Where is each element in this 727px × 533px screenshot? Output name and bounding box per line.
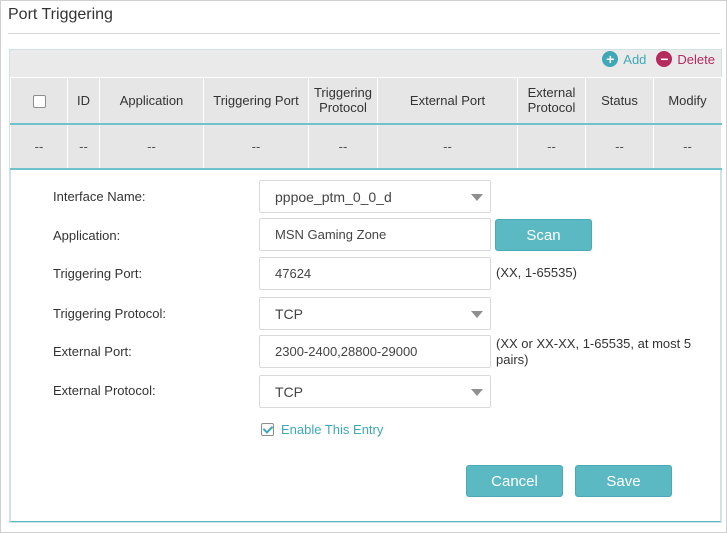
header-external-protocol-line2: Protocol [527, 100, 576, 116]
scan-button[interactable]: Scan [495, 219, 592, 251]
interface-name-value: pppoe_ptm_0_0_d [275, 188, 392, 205]
header-id: ID [67, 77, 100, 124]
table-cell: -- [10, 122, 68, 170]
application-input[interactable]: MSN Gaming Zone [259, 218, 491, 251]
delete-button[interactable]: − Delete [656, 51, 715, 67]
header-external-protocol-line1: External [527, 85, 576, 101]
plus-icon: + [602, 51, 619, 67]
external-port-hint-line2: pairs) [496, 352, 529, 367]
triggering-protocol-label: Triggering Protocol: [53, 306, 166, 321]
triggering-protocol-value: TCP [275, 305, 303, 322]
enable-entry-label: Enable This Entry [281, 422, 384, 437]
table-cell: -- [585, 122, 654, 170]
table-row[interactable]: -- -- -- -- -- -- -- -- -- [10, 122, 722, 170]
header-status: Status [585, 77, 654, 124]
triggering-port-hint: (XX, 1-65535) [496, 265, 577, 280]
interface-name-select[interactable]: pppoe_ptm_0_0_d [259, 180, 491, 213]
external-port-hint-line1: (XX or XX-XX, 1-65535, at most 5 [496, 336, 692, 351]
external-port-hint: (XX or XX-XX, 1-65535, at most 5 pairs) [496, 336, 691, 368]
checkbox-checked-icon [261, 423, 274, 436]
title-divider [8, 33, 720, 34]
chevron-down-icon [471, 311, 483, 318]
header-triggering-port: Triggering Port [203, 77, 309, 124]
header-external-port: External Port [377, 77, 518, 124]
table-cell: -- [653, 122, 722, 170]
save-button[interactable]: Save [575, 465, 672, 497]
external-protocol-select[interactable]: TCP [259, 375, 491, 408]
minus-icon: − [656, 51, 673, 67]
enable-entry-checkbox[interactable]: Enable This Entry [261, 422, 383, 437]
add-label: Add [623, 51, 647, 67]
select-all-cell[interactable] [10, 77, 68, 124]
header-external-protocol: External Protocol [517, 77, 586, 124]
triggering-port-input[interactable]: 47624 [259, 257, 491, 290]
table-toolbar: + Add − Delete [602, 50, 715, 68]
chevron-down-icon [471, 389, 483, 396]
port-triggering-table: ID Application Triggering Port Triggerin… [10, 77, 722, 170]
header-triggering-protocol-line2: Protocol [319, 100, 367, 116]
table-header-row: ID Application Triggering Port Triggerin… [10, 77, 722, 124]
header-triggering-protocol-line1: Triggering [313, 85, 373, 101]
table-cell: -- [377, 122, 518, 170]
triggering-port-label: Triggering Port: [53, 266, 143, 281]
add-button[interactable]: + Add [602, 51, 646, 67]
table-cell: -- [517, 122, 586, 170]
header-modify: Modify [653, 77, 722, 124]
triggering-protocol-select[interactable]: TCP [259, 297, 491, 330]
table-cell: -- [67, 122, 100, 170]
cancel-button[interactable]: Cancel [466, 465, 563, 497]
header-application: Application [99, 77, 204, 124]
table-cell: -- [308, 122, 378, 170]
application-label: Application: [53, 228, 121, 243]
external-protocol-value: TCP [275, 383, 303, 400]
external-port-input[interactable]: 2300-2400,28800-29000 [259, 335, 491, 368]
interface-name-label: Interface Name: [53, 189, 146, 204]
select-all-checkbox[interactable] [32, 94, 46, 108]
delete-label: Delete [677, 51, 715, 67]
table-cell: -- [99, 122, 204, 170]
external-protocol-label: External Protocol: [53, 383, 156, 398]
header-triggering-protocol: Triggering Protocol [308, 77, 378, 124]
page-title: Port Triggering [8, 6, 113, 23]
table-cell: -- [203, 122, 309, 170]
chevron-down-icon [471, 194, 483, 201]
external-port-label: External Port: [53, 344, 132, 359]
